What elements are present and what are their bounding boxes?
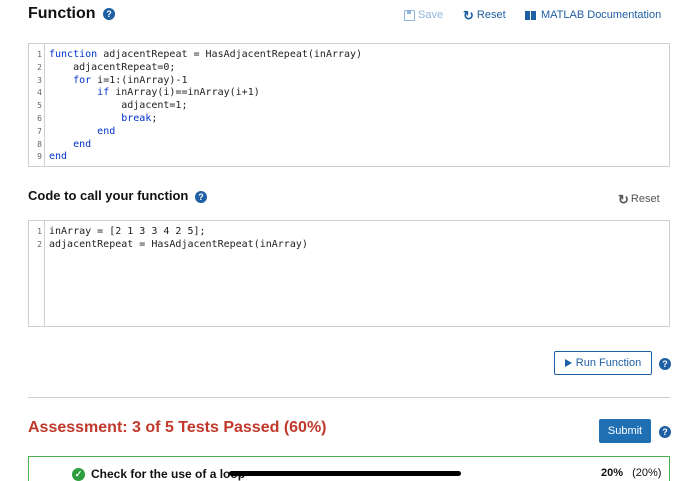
line-number: 5 bbox=[37, 101, 42, 111]
line-number: 4 bbox=[37, 88, 42, 98]
page-title: Function ? bbox=[28, 5, 115, 23]
test-score: 20% (20%) bbox=[601, 467, 661, 479]
code-keyword: function bbox=[49, 49, 98, 60]
line-number-gutter: 1 2 3 4 5 6 7 8 9 bbox=[29, 44, 45, 166]
run-function-button[interactable]: Run Function bbox=[554, 351, 652, 375]
line-number: 1 bbox=[37, 50, 42, 59]
code-line: end bbox=[49, 126, 115, 137]
code-line: adjacentRepeat=0; bbox=[49, 62, 175, 73]
code-line: break; bbox=[49, 113, 157, 124]
help-icon[interactable]: ? bbox=[103, 7, 115, 20]
code-line: function adjacentRepeat = HasAdjacentRep… bbox=[49, 49, 362, 60]
line-number: 9 bbox=[37, 152, 42, 162]
redaction-mark bbox=[229, 471, 461, 476]
reset-icon: ↻ bbox=[618, 191, 629, 207]
line-number: 2 bbox=[37, 62, 42, 72]
test-score-weight: (20%) bbox=[632, 467, 662, 479]
run-function-label: Run Function bbox=[575, 357, 642, 369]
help-icon[interactable]: ? bbox=[194, 190, 207, 203]
code-keyword: end bbox=[49, 151, 68, 163]
line-number: 8 bbox=[37, 139, 42, 149]
code-line: end bbox=[49, 151, 67, 162]
play-icon bbox=[564, 359, 572, 367]
call-section-title: Code to call your function ? bbox=[28, 188, 207, 203]
submit-label: Submit bbox=[607, 425, 643, 437]
line-number: 7 bbox=[37, 126, 42, 136]
code-text: inArray(i)==inArray(i+1) bbox=[109, 87, 260, 99]
code-keyword: end bbox=[73, 138, 92, 150]
reset-icon: ↻ bbox=[463, 7, 474, 23]
save-button[interactable]: Save bbox=[404, 9, 443, 21]
line-number-gutter: 12 bbox=[29, 221, 45, 326]
call-code-editor[interactable]: 12 inArray = [2 1 3 3 4 2 5]; adjacentRep… bbox=[28, 220, 670, 327]
call-reset-label: Reset bbox=[630, 193, 660, 205]
line-number: 1 bbox=[37, 227, 42, 236]
help-icon[interactable]: ? bbox=[659, 358, 671, 370]
code-text: i=1:(inArray)-1 bbox=[91, 74, 188, 86]
code-line: adjacent=1; bbox=[49, 100, 187, 111]
section-divider bbox=[28, 397, 670, 398]
test-result-item[interactable]: ✓ Check for the use of a loop 20% (20%) bbox=[28, 456, 670, 481]
call-section-title-text: Code to call your function bbox=[28, 188, 189, 203]
help-icon[interactable]: ? bbox=[659, 426, 671, 438]
code-keyword: for bbox=[73, 74, 92, 86]
call-reset-button[interactable]: ↻ Reset bbox=[618, 191, 660, 207]
matlab-docs-label: MATLAB Documentation bbox=[541, 9, 662, 21]
book-icon bbox=[525, 10, 536, 20]
code-keyword: end bbox=[97, 125, 116, 137]
save-icon bbox=[404, 9, 415, 21]
line-number: 2 bbox=[37, 239, 42, 249]
code-keyword: break bbox=[121, 113, 152, 124]
code-line: adjacentRepeat = HasAdjacentRepeat(inArr… bbox=[49, 238, 308, 250]
check-circle-icon: ✓ bbox=[72, 468, 85, 481]
reset-button[interactable]: ↻ Reset bbox=[463, 7, 506, 23]
code-line: inArray = [2 1 3 3 4 2 5]; bbox=[49, 226, 206, 237]
test-score-value: 20% bbox=[601, 467, 624, 479]
matlab-docs-link[interactable]: MATLAB Documentation bbox=[525, 9, 661, 21]
line-number: 6 bbox=[37, 114, 42, 123]
code-line: for i=1:(inArray)-1 bbox=[49, 75, 187, 86]
page-title-text: Function bbox=[28, 5, 96, 22]
code-text: adjacentRepeat = HasAdjacentRepeat(inArr… bbox=[97, 49, 363, 60]
code-text: adjacent=1; bbox=[121, 100, 188, 112]
code-line: if inArray(i)==inArray(i+1) bbox=[49, 87, 260, 98]
test-label: Check for the use of a loop bbox=[91, 467, 246, 481]
code-text: adjacentRepeat=0; bbox=[73, 61, 176, 73]
code-text: ; bbox=[151, 113, 158, 124]
code-keyword: if bbox=[97, 87, 110, 99]
submit-button[interactable]: Submit bbox=[599, 419, 651, 443]
function-code-editor[interactable]: 1 2 3 4 5 6 7 8 9 function adjacentRepeat = HasA… bbox=[28, 43, 670, 167]
assessment-title: Assessment: 3 of 5 Tests Passed (60%) bbox=[28, 419, 327, 436]
save-button-label: Save bbox=[418, 9, 444, 21]
line-number: 3 bbox=[37, 75, 42, 85]
code-line: end bbox=[49, 139, 91, 150]
reset-button-label: Reset bbox=[476, 9, 506, 21]
